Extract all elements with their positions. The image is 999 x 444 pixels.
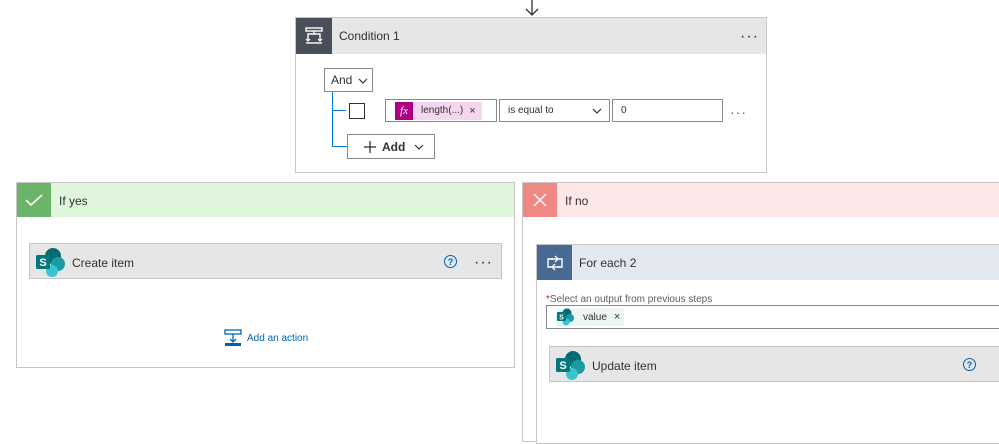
if-yes-title: If yes xyxy=(59,194,88,208)
comparison-operator-select[interactable]: is equal to xyxy=(499,99,610,122)
condition-icon xyxy=(296,18,332,54)
loop-icon xyxy=(537,245,572,280)
sharepoint-icon: S xyxy=(556,351,585,380)
svg-text:S: S xyxy=(559,360,566,372)
sharepoint-icon: S xyxy=(36,248,65,277)
group-operator-value: And xyxy=(331,73,353,87)
condition-title: Condition 1 xyxy=(339,29,400,43)
add-button-label: Add xyxy=(382,139,406,154)
row-checkbox[interactable] xyxy=(349,103,365,119)
tree-connector xyxy=(332,92,348,147)
expression-token[interactable]: fx length(...) × xyxy=(395,101,482,120)
condition-header[interactable]: Condition 1 ··· xyxy=(296,18,766,54)
plus-icon xyxy=(364,140,376,153)
add-action-icon xyxy=(224,329,242,346)
tree-connector-branch xyxy=(332,110,346,111)
check-icon xyxy=(17,183,51,217)
value-token[interactable]: S value × xyxy=(556,308,625,326)
create-item-action[interactable]: S Create item ? ··· xyxy=(29,243,502,279)
sharepoint-icon: S xyxy=(557,308,574,326)
select-output-field[interactable]: S value × xyxy=(546,305,999,329)
if-yes-branch: If yes S Create item ? ··· Add an action xyxy=(16,182,515,368)
svg-text:S: S xyxy=(559,315,564,322)
value-token-label: value xyxy=(583,311,607,323)
group-operator-select[interactable]: And xyxy=(324,68,373,92)
svg-text:S: S xyxy=(39,257,46,269)
token-remove-icon[interactable]: × xyxy=(614,311,620,323)
create-item-more-button[interactable]: ··· xyxy=(474,255,493,271)
if-yes-header[interactable]: If yes xyxy=(17,183,514,217)
right-operand-input[interactable]: 0 xyxy=(612,99,723,122)
add-an-action-link[interactable]: Add an action xyxy=(224,329,308,347)
left-operand-field[interactable]: fx length(...) × xyxy=(385,99,497,122)
if-no-title: If no xyxy=(565,194,589,208)
if-no-branch: If no For each 2 *Select an output from … xyxy=(522,182,999,444)
help-icon[interactable]: ? xyxy=(444,255,457,268)
add-an-action-label: Add an action xyxy=(247,332,309,344)
if-no-header[interactable]: If no xyxy=(523,183,999,217)
for-each-title: For each 2 xyxy=(579,256,637,270)
condition-card: Condition 1 ··· And fx length(...) × is … xyxy=(295,17,767,173)
right-operand-value: 0 xyxy=(621,105,627,116)
select-output-label: *Select an output from previous steps xyxy=(546,294,713,305)
expression-token-label: length(...) xyxy=(421,105,464,116)
for-each-container: For each 2 *Select an output from previo… xyxy=(536,244,999,444)
update-item-action[interactable]: S Update item ? xyxy=(549,346,999,382)
update-item-title: Update item xyxy=(592,359,657,373)
chevron-down-icon xyxy=(358,78,368,84)
chevron-down-icon xyxy=(414,144,424,150)
help-icon[interactable]: ? xyxy=(963,358,976,371)
for-each-header[interactable]: For each 2 xyxy=(537,245,999,280)
chevron-down-icon xyxy=(592,108,602,114)
condition-more-button[interactable]: ··· xyxy=(740,29,759,45)
add-button[interactable]: Add xyxy=(347,134,435,159)
fx-icon: fx xyxy=(395,101,413,120)
tree-connector-branch xyxy=(332,146,348,147)
row-more-button[interactable]: ··· xyxy=(730,105,747,119)
token-remove-icon[interactable]: × xyxy=(469,105,475,117)
create-item-title: Create item xyxy=(72,256,135,270)
flow-connector-arrow-icon xyxy=(522,0,542,18)
comparison-operator-value: is equal to xyxy=(508,105,554,116)
close-icon xyxy=(523,183,557,217)
